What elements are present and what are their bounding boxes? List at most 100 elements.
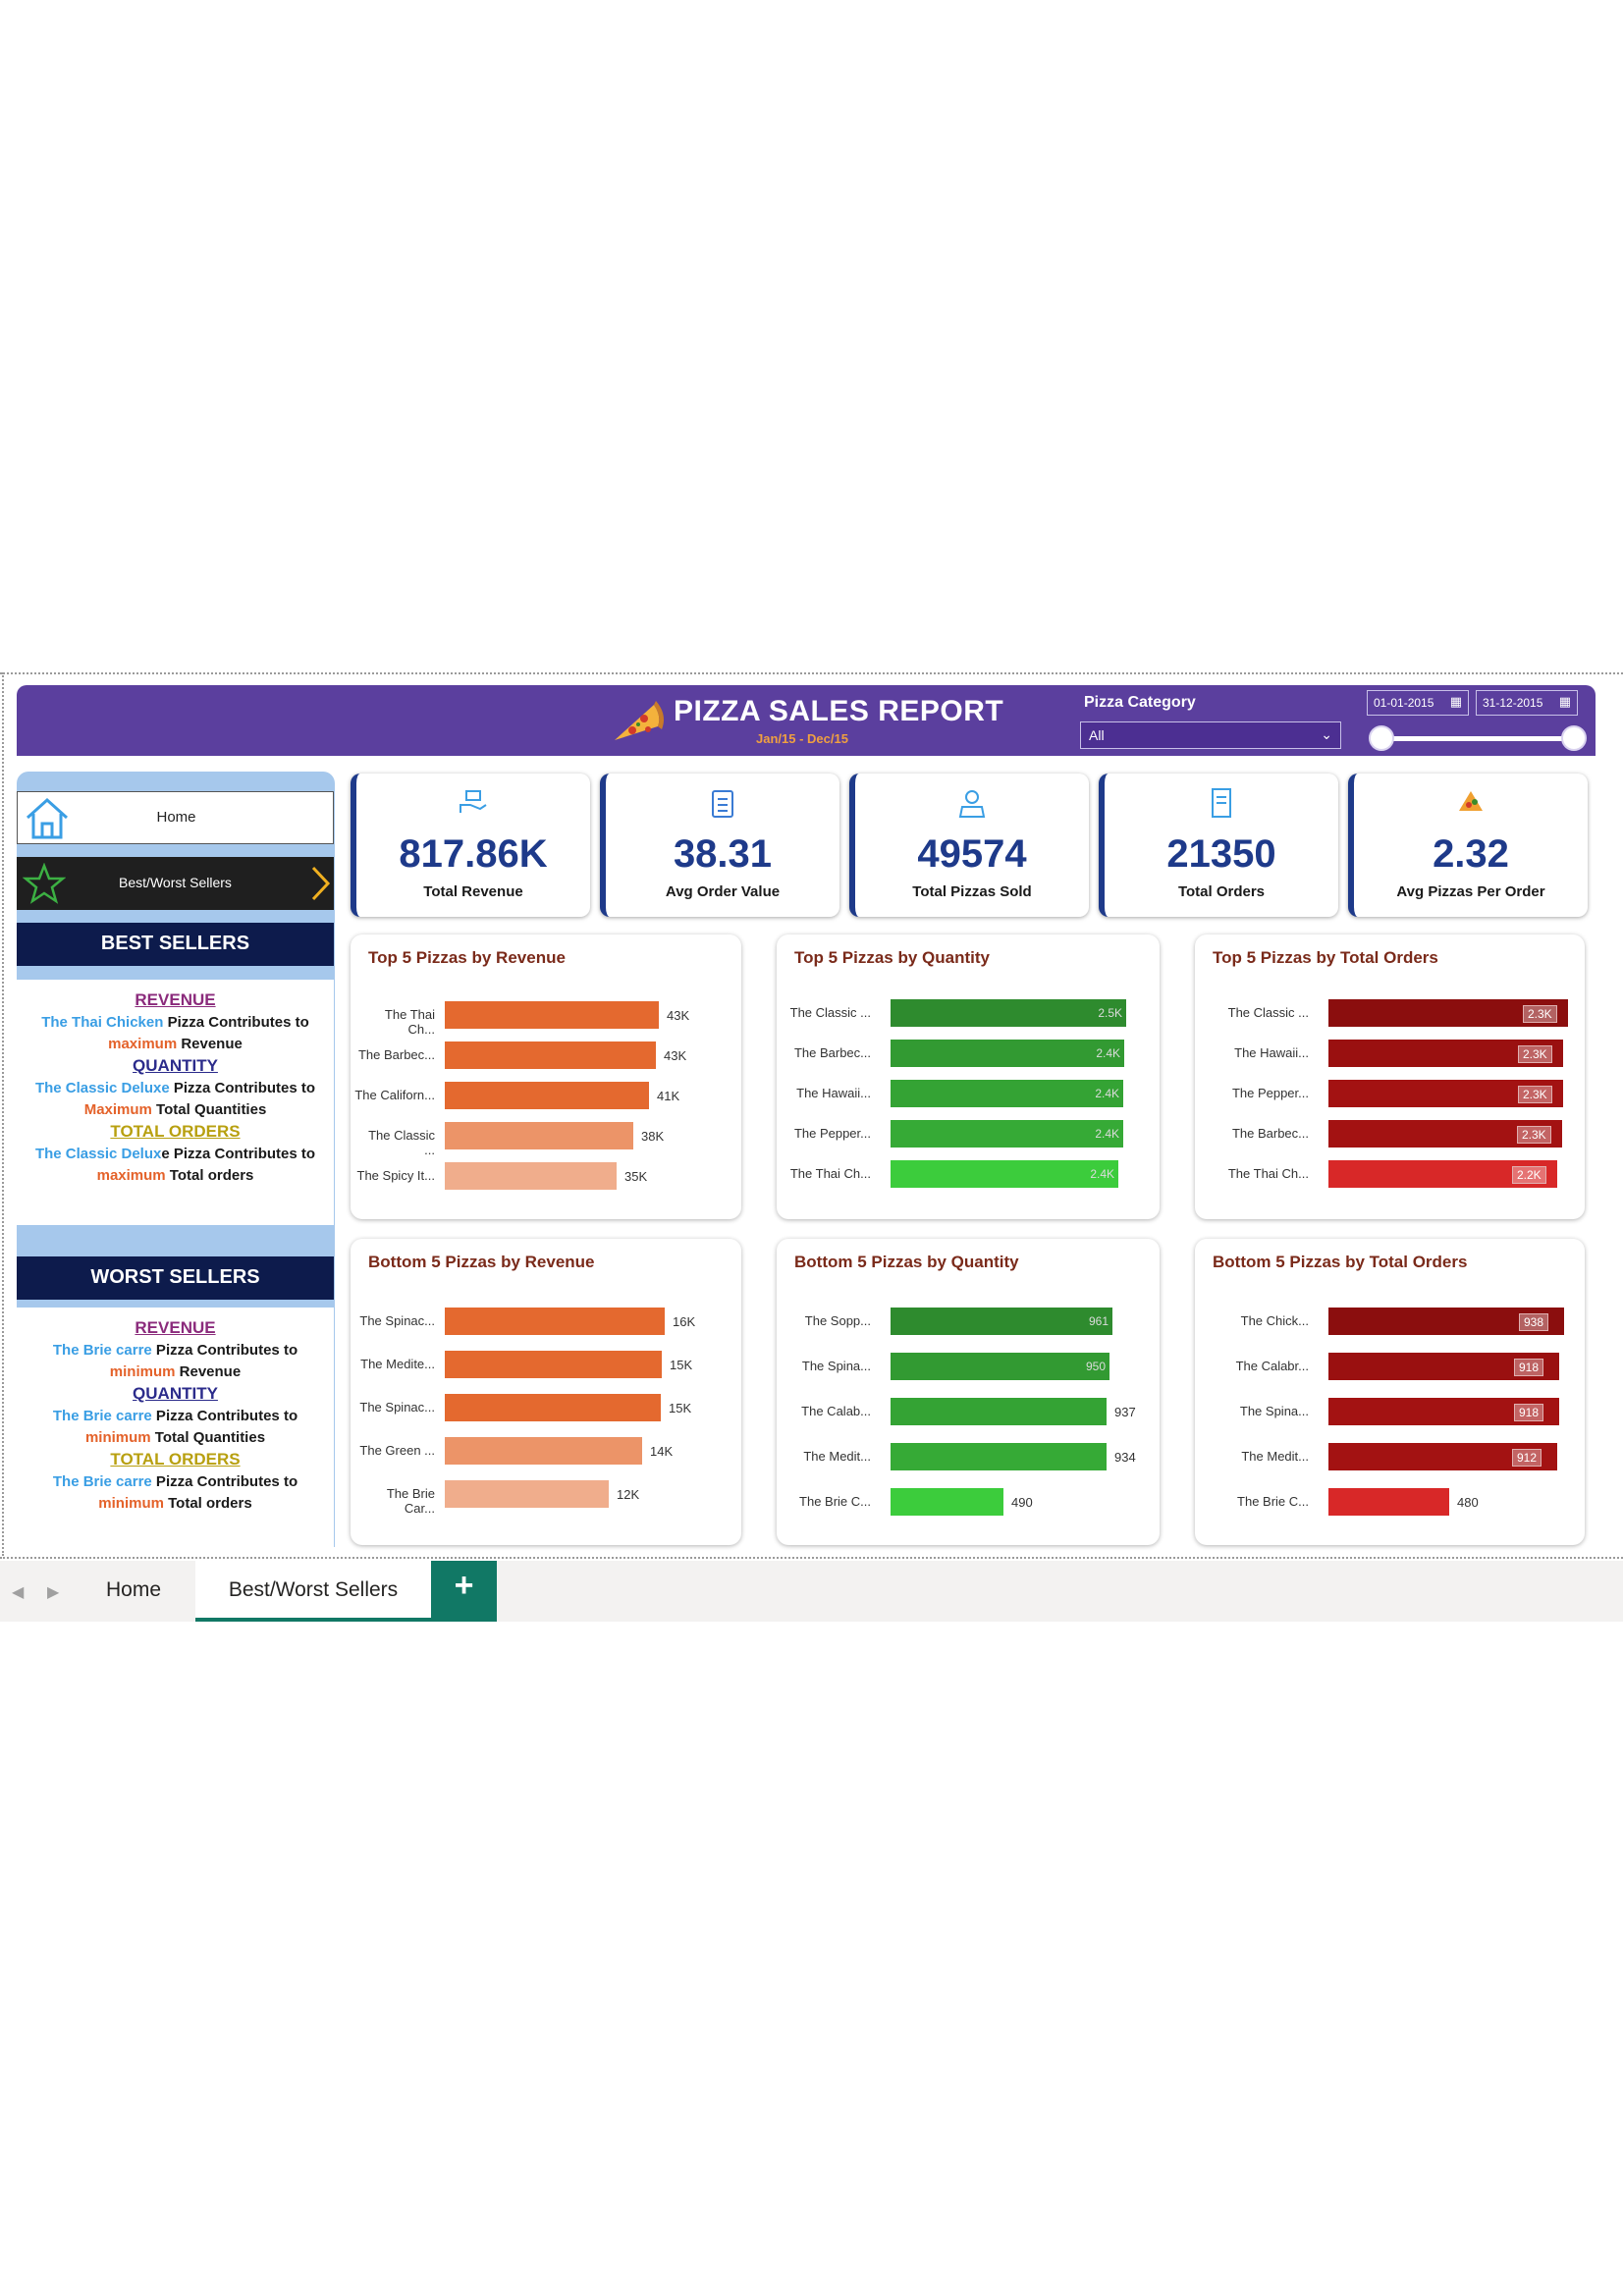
best-orders-heading: TOTAL ORDERS [110, 1122, 241, 1141]
bar[interactable] [445, 1394, 661, 1421]
tab-home[interactable]: Home [74, 1561, 193, 1622]
best-revenue-text2: Revenue [177, 1036, 243, 1052]
pizza-slice-icon [1354, 787, 1588, 820]
calendar-icon[interactable]: ▦ [1559, 694, 1571, 710]
best-quantity-text: Pizza Contributes to [169, 1080, 316, 1096]
bar[interactable] [445, 1308, 665, 1335]
best-orders-text2: Total orders [165, 1167, 254, 1184]
worst-sellers-heading: WORST SELLERS [17, 1256, 334, 1300]
bar-category-label: The Californ... [354, 1088, 435, 1102]
bar[interactable] [445, 1480, 609, 1508]
bar[interactable] [891, 1398, 1107, 1425]
bar-category-label: The Brie C... [1237, 1494, 1309, 1509]
bar-data-label: 2.3K [1518, 1045, 1552, 1063]
bar[interactable] [445, 1041, 656, 1069]
bar[interactable] [445, 1122, 633, 1149]
bar-category-label: The Brie Car... [386, 1486, 435, 1516]
chart-bottom5-revenue: Bottom 5 Pizzas by Revenue The Spinac...… [351, 1239, 741, 1545]
bar[interactable] [891, 1443, 1107, 1470]
bar-data-label: 938 [1519, 1313, 1549, 1331]
bar-category-label: The Sopp... [804, 1313, 871, 1328]
bar-data-label: 15K [670, 1358, 693, 1372]
kpi-value: 21350 [1166, 832, 1276, 876]
worst-quantity-word: minimum [84, 1429, 151, 1446]
worst-revenue-pizza: The Brie carre [52, 1342, 152, 1359]
bar-data-label: 934 [1114, 1450, 1136, 1465]
category-filter-dropdown[interactable]: All ⌄ [1080, 721, 1341, 749]
worst-orders-text: Pizza Contributes to [151, 1473, 298, 1490]
bar[interactable] [445, 1351, 662, 1378]
chart-title: Top 5 Pizzas by Revenue [368, 948, 566, 967]
kpi-card-total-orders: 21350 Total Orders [1099, 774, 1338, 917]
start-date-value: 01-01-2015 [1374, 696, 1434, 710]
bar-category-label: The Classic ... [368, 1128, 435, 1157]
best-orders-word: maximum [96, 1167, 166, 1184]
chart-top5-orders: Top 5 Pizzas by Total Orders The Classic… [1195, 934, 1585, 1219]
clipboard-icon [606, 787, 839, 824]
bar-category-label: The Calabr... [1235, 1359, 1309, 1373]
bar-data-label: 950 [1085, 1360, 1106, 1373]
start-date-input[interactable]: 01-01-2015 ▦ [1367, 690, 1469, 716]
report-title: PIZZA SALES REPORT [674, 695, 1004, 727]
canvas-border-top [0, 672, 1623, 674]
bar-data-label: 43K [667, 1008, 690, 1023]
chart-title: Top 5 Pizzas by Quantity [794, 948, 990, 967]
kpi-label: Avg Pizzas Per Order [1396, 883, 1545, 900]
nav-home-button[interactable]: Home [17, 791, 334, 844]
chart-title: Bottom 5 Pizzas by Revenue [368, 1253, 595, 1271]
bar[interactable] [445, 1001, 659, 1029]
bar-data-label: 912 [1512, 1449, 1542, 1467]
kpi-label: Avg Order Value [665, 883, 781, 900]
pizza-logo-icon [615, 701, 664, 740]
best-quantity-text2: Total Quantities [151, 1101, 267, 1118]
worst-revenue-heading: REVENUE [135, 1318, 216, 1337]
bar-category-label: The Brie C... [799, 1494, 871, 1509]
best-sellers-heading: BEST SELLERS [17, 923, 334, 966]
worst-quantity-heading: QUANTITY [133, 1384, 218, 1403]
bar[interactable] [1328, 1488, 1449, 1516]
chart-top5-quantity: Top 5 Pizzas by Quantity The Classic ...… [777, 934, 1160, 1219]
bar-category-label: The Spina... [1239, 1404, 1309, 1418]
chart-bottom5-orders: Bottom 5 Pizzas by Total Orders The Chic… [1195, 1239, 1585, 1545]
canvas-border-left [2, 672, 4, 1556]
bar-data-label: 2.3K [1523, 1005, 1557, 1023]
bar[interactable] [891, 1488, 1003, 1516]
tab-best-worst-sellers[interactable]: Best/Worst Sellers [195, 1561, 431, 1622]
bar-category-label: The Green ... [359, 1443, 435, 1458]
calendar-icon[interactable]: ▦ [1450, 694, 1462, 710]
bar-category-label: The Barbec... [1231, 1126, 1309, 1141]
date-slider-start-handle[interactable] [1369, 725, 1394, 751]
date-range-slider[interactable] [1380, 736, 1573, 741]
best-revenue-text: Pizza Contributes to [163, 1014, 309, 1031]
worst-revenue-word: minimum [109, 1363, 176, 1380]
bar-category-label: The Classic ... [789, 1005, 871, 1020]
nav-home-label: Home [156, 809, 196, 826]
nav-best-worst-label: Best/Worst Sellers [119, 875, 232, 890]
bar-data-label: 2.4K [1095, 1127, 1119, 1141]
report-date-range: Jan/15 - Dec/15 [756, 731, 848, 746]
tab-scroll-right-icon[interactable]: ▶ [47, 1582, 59, 1602]
tab-scroll-left-icon[interactable]: ◀ [12, 1582, 24, 1602]
bar-data-label: 2.4K [1090, 1167, 1114, 1181]
bar-data-label: 2.3K [1518, 1086, 1552, 1103]
worst-quantity-text: Pizza Contributes to [151, 1408, 298, 1424]
bar-data-label: 35K [624, 1169, 648, 1184]
bar[interactable] [445, 1162, 617, 1190]
bar-data-label: 480 [1457, 1495, 1479, 1510]
bar[interactable] [445, 1082, 649, 1109]
worst-revenue-text: Pizza Contributes to [151, 1342, 298, 1359]
nav-best-worst-button[interactable]: Best/Worst Sellers [17, 857, 334, 910]
end-date-input[interactable]: 31-12-2015 ▦ [1476, 690, 1578, 716]
date-slider-end-handle[interactable] [1561, 725, 1587, 751]
bar[interactable] [445, 1437, 642, 1465]
kpi-card-total-pizzas-sold: 49574 Total Pizzas Sold [849, 774, 1089, 917]
bar-data-label: 16K [673, 1314, 696, 1329]
bar-category-label: The Spinac... [359, 1400, 435, 1415]
best-orders-text: e Pizza Contributes to [161, 1146, 316, 1162]
kpi-card-avg-order-value: 38.31 Avg Order Value [600, 774, 839, 917]
add-page-button[interactable]: + [431, 1561, 497, 1622]
chart-title: Bottom 5 Pizzas by Total Orders [1213, 1253, 1468, 1271]
bar-category-label: The Pepper... [793, 1126, 871, 1141]
bar-data-label: 15K [669, 1401, 692, 1415]
bar-category-label: The Barbec... [357, 1047, 435, 1062]
